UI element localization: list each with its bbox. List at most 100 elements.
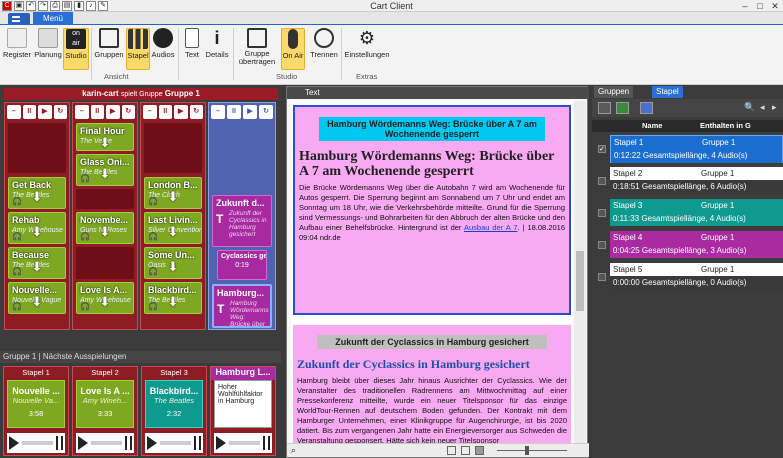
- pause-icon[interactable]: [263, 436, 270, 450]
- einstellungen-button[interactable]: ⚙ Einstellungen: [344, 28, 390, 59]
- pause-button[interactable]: II: [227, 105, 241, 119]
- col-gruppe[interactable]: Enthalten in G: [700, 120, 751, 132]
- cart-tile[interactable]: Because The Beatles ⬇ 🎧: [8, 247, 66, 279]
- remove-button[interactable]: –: [211, 105, 225, 119]
- tab-menu[interactable]: Menü: [33, 12, 73, 25]
- next-tab-label[interactable]: Nächste Ausspielungen: [43, 352, 127, 361]
- cart-tile[interactable]: Some Un... Oasis ⬇ 🎧: [144, 247, 202, 279]
- stapel-gruppe: Gruppe 1: [701, 265, 735, 274]
- play-icon[interactable]: [216, 436, 226, 450]
- next-item[interactable]: Stapel 1 Nouvelle ... Nouvelle Va... 3:58: [3, 366, 69, 456]
- text-tile[interactable]: Zukunft d... T Zukunft der Cyclassics in H…: [212, 195, 272, 247]
- cart-tile[interactable]: Nouvelle... Nouvelle Vague ⬇ 🎧: [8, 282, 66, 314]
- progress-bar[interactable]: [22, 441, 53, 445]
- tab-stapel[interactable]: Stapel: [652, 86, 683, 98]
- zoom-slider[interactable]: [497, 450, 567, 451]
- row-checkbox[interactable]: [598, 241, 606, 249]
- cart-tile[interactable]: Blackbird... The Beatles ⬇ 🎧: [144, 282, 202, 314]
- maximize-icon[interactable]: □: [753, 0, 767, 12]
- zoom-icon[interactable]: 🔍: [744, 102, 757, 114]
- audios-button[interactable]: Audios: [151, 28, 175, 59]
- search-icon[interactable]: ⌕: [291, 445, 296, 456]
- play-icon[interactable]: [9, 436, 19, 450]
- text-tile[interactable]: Cyclassics geh... 0:19: [217, 250, 267, 280]
- next-item[interactable]: Hamburg L... Hoher Wohlfühlfaktor in Ham…: [210, 366, 276, 456]
- cart-tile[interactable]: London B... The Clash ⬇ 🎧: [144, 177, 202, 209]
- page-icon[interactable]: [475, 446, 484, 455]
- stapel-row[interactable]: Stapel 2 Gruppe 1 0:18:51 Gesamtspiellänge…: [610, 167, 783, 195]
- play-icon[interactable]: [78, 436, 88, 450]
- cart-tile[interactable]: Glass Oni... The Beatles ⬇ 🎧: [76, 154, 134, 186]
- row-checkbox[interactable]: ✓: [598, 145, 606, 153]
- article-2[interactable]: Zukunft der Cyclassics in Hamburg gesich…: [293, 325, 571, 443]
- stapel-row[interactable]: Stapel 5 Gruppe 1 0:00:00 Gesamtspiellänge…: [610, 263, 783, 291]
- vertical-scrollbar[interactable]: [574, 101, 586, 443]
- next-text-tile: Hoher Wohlfühlfaktor in Hamburg: [214, 380, 272, 428]
- cart-tile[interactable]: Novembe... Guns N' Roses ⬇ 🎧: [76, 212, 134, 244]
- progress-bar[interactable]: [229, 441, 260, 445]
- close-icon[interactable]: ✕: [768, 0, 782, 12]
- scroll-thumb[interactable]: [576, 251, 584, 311]
- row-checkbox[interactable]: [598, 209, 606, 217]
- remove-button[interactable]: –: [143, 105, 157, 119]
- stapel-row[interactable]: Stapel 1 Gruppe 1 0:12:22 Gesamtspiellänge…: [610, 135, 783, 163]
- stapel-button[interactable]: Stapel: [126, 28, 150, 70]
- cart-tile[interactable]: Love Is A... Amy Winehouse ⬇ 🎧: [76, 282, 134, 314]
- pause-icon[interactable]: [56, 436, 63, 450]
- remove-button[interactable]: –: [75, 105, 89, 119]
- text-button[interactable]: Text: [182, 28, 202, 59]
- gruppen-button[interactable]: Gruppen: [94, 28, 124, 59]
- studio-button[interactable]: on air Studio: [63, 28, 89, 70]
- details-button[interactable]: i Details: [205, 28, 229, 59]
- planung-button[interactable]: Planung: [33, 28, 63, 59]
- on-air-button[interactable]: On Air: [281, 28, 305, 70]
- ribbon: Register Planung on air Studio Gruppen St…: [0, 25, 783, 85]
- cart-tile[interactable]: Get Back The Beatles ⬇ 🎧: [8, 177, 66, 209]
- repeat-button[interactable]: ↻: [53, 105, 67, 119]
- detail-view-icon[interactable]: [640, 102, 653, 114]
- pause-button[interactable]: II: [22, 105, 36, 119]
- minimize-icon[interactable]: –: [738, 0, 752, 12]
- app-menu-button[interactable]: [8, 13, 30, 25]
- cart-tile[interactable]: Last Livin... Silver Convention ⬇ 🎧: [144, 212, 202, 244]
- repeat-button[interactable]: ↻: [189, 105, 203, 119]
- grid-view-icon[interactable]: [598, 102, 611, 114]
- tab-gruppen[interactable]: Gruppen: [594, 86, 634, 98]
- pause-icon[interactable]: [125, 436, 132, 450]
- cart-tile[interactable]: Rehab Amy Winehouse ⬇ 🎧: [8, 212, 66, 244]
- play-button[interactable]: ▶: [38, 105, 52, 119]
- text-tile-selected[interactable]: Hamburg... T Hamburg Wördemanns Weg: Brück…: [212, 284, 272, 328]
- play-button[interactable]: ▶: [243, 105, 257, 119]
- article-1-link[interactable]: Ausbau der A 7: [464, 223, 518, 232]
- arrow-right-icon[interactable]: ▸: [772, 102, 783, 114]
- gruppe-uebertragen-button[interactable]: Gruppe übertragen: [236, 28, 278, 66]
- layout-icon[interactable]: [461, 446, 470, 455]
- repeat-button[interactable]: ↻: [121, 105, 135, 119]
- pause-button[interactable]: II: [158, 105, 172, 119]
- zoom-thumb[interactable]: [525, 446, 529, 455]
- next-item[interactable]: Stapel 3 Blackbird... The Beatles 2:32: [141, 366, 207, 456]
- tab-text[interactable]: Text: [287, 87, 589, 99]
- play-button[interactable]: ▶: [106, 105, 120, 119]
- cart-tile[interactable]: Final Hour The Verve ⬇: [76, 123, 134, 151]
- repeat-button[interactable]: ↻: [259, 105, 273, 119]
- stapel-row[interactable]: Stapel 3 Gruppe 1 0:11:33 Gesamtspiellänge…: [610, 199, 783, 227]
- trennen-button[interactable]: Trennen: [309, 28, 339, 59]
- col-name[interactable]: Name: [642, 120, 662, 132]
- pause-icon[interactable]: [194, 436, 201, 450]
- play-icon[interactable]: [147, 436, 157, 450]
- next-group-label[interactable]: Gruppe 1: [3, 352, 36, 361]
- view-icon[interactable]: [447, 446, 456, 455]
- list-view-icon[interactable]: [616, 102, 629, 114]
- article-1[interactable]: Hamburg Wördemanns Weg: Brücke über A 7 …: [293, 105, 571, 315]
- pause-button[interactable]: II: [90, 105, 104, 119]
- next-item[interactable]: Stapel 2 Love Is A ... Amy Wineh... 3:33: [72, 366, 138, 456]
- remove-button[interactable]: –: [7, 105, 21, 119]
- register-button[interactable]: Register: [3, 28, 31, 59]
- row-checkbox[interactable]: [598, 273, 606, 281]
- stapel-row[interactable]: Stapel 4 Gruppe 1 0:04:25 Gesamtspiellänge…: [610, 231, 783, 259]
- progress-bar[interactable]: [160, 441, 191, 445]
- play-button[interactable]: ▶: [174, 105, 188, 119]
- row-checkbox[interactable]: [598, 177, 606, 185]
- progress-bar[interactable]: [91, 441, 122, 445]
